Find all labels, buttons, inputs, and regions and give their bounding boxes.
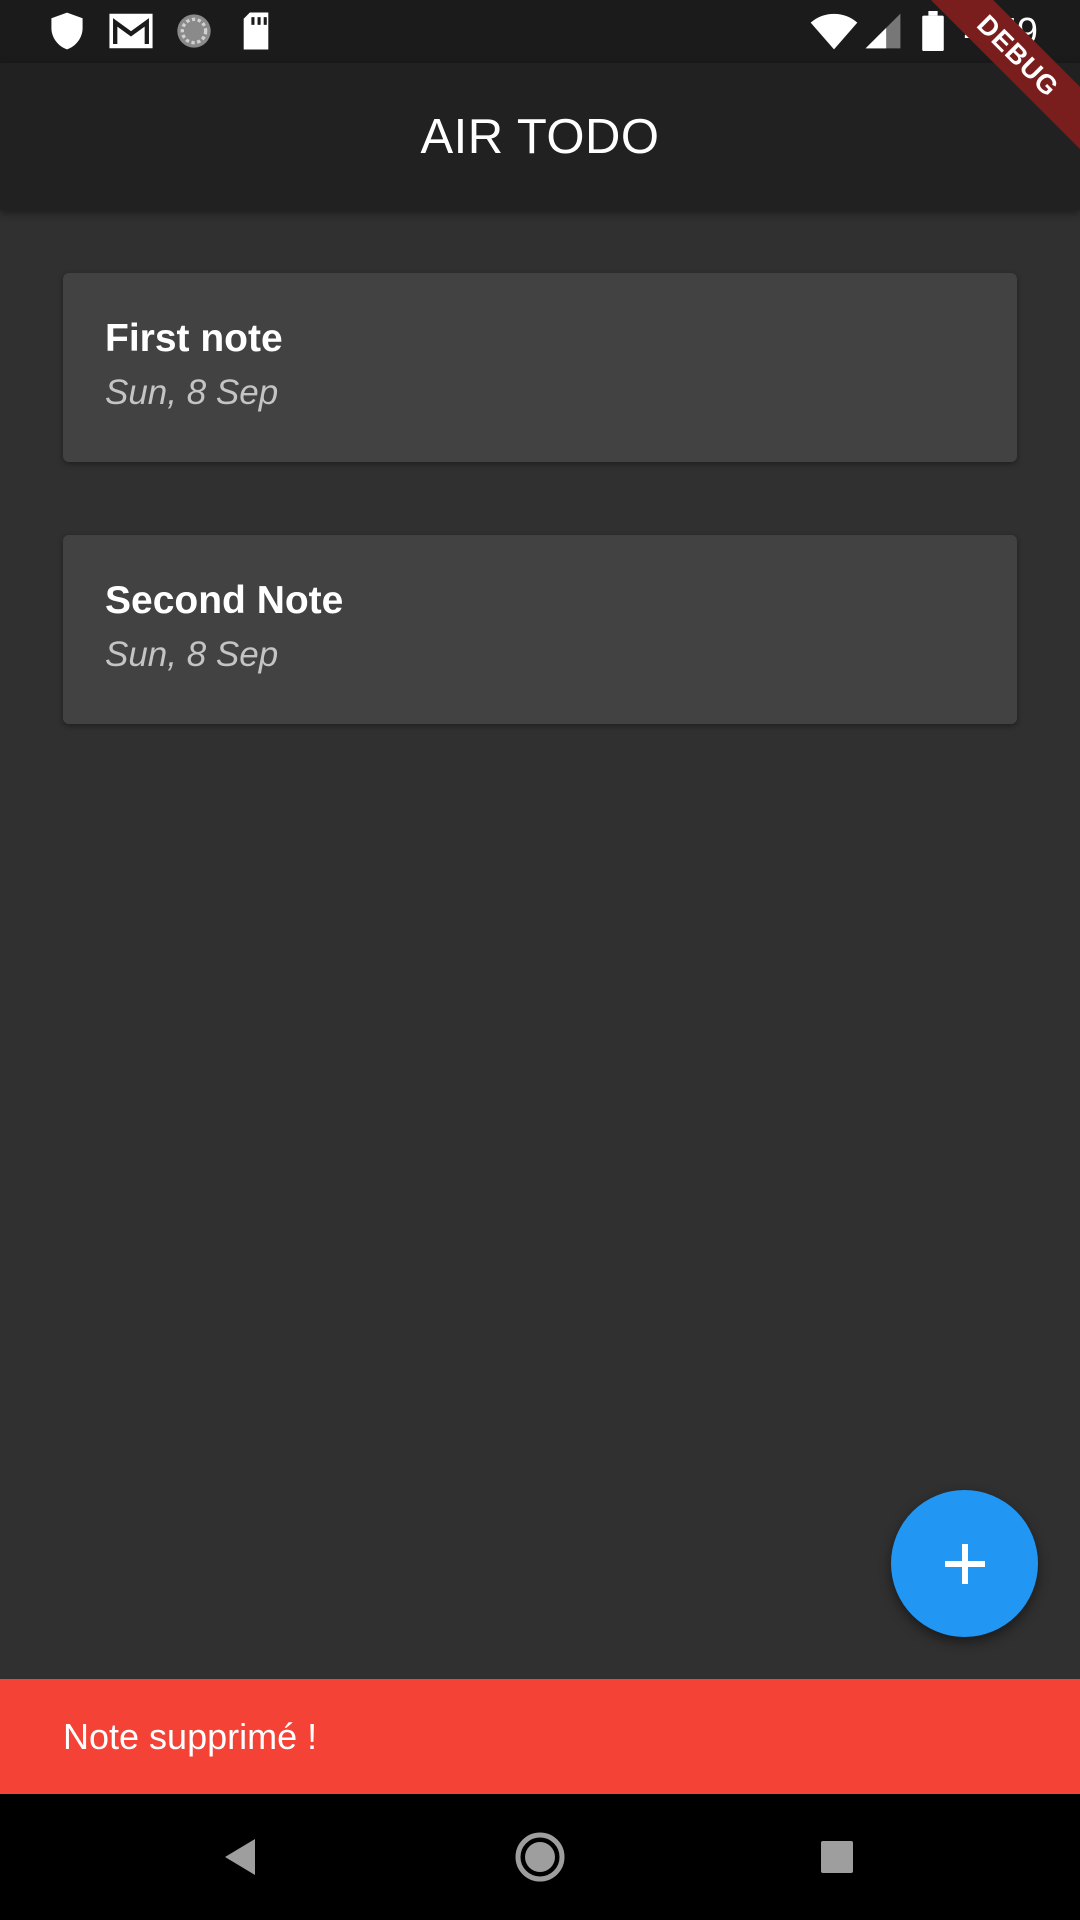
note-date: Sun, 8 Sep bbox=[105, 635, 279, 674]
note-card[interactable]: Second Note Sun, 8 Sep bbox=[63, 535, 1017, 724]
status-time: 4:59 bbox=[964, 11, 1038, 53]
battery-icon bbox=[922, 11, 944, 51]
recents-icon[interactable] bbox=[805, 1825, 869, 1889]
status-bar: 4:59 bbox=[0, 0, 1080, 63]
snackbar: Note supprimé ! bbox=[0, 1679, 1080, 1794]
gmail-icon bbox=[109, 13, 153, 49]
add-note-button[interactable] bbox=[891, 1490, 1038, 1637]
wifi-icon bbox=[810, 13, 858, 50]
app-bar: AIR TODO bbox=[0, 63, 1080, 210]
sync-circle-icon bbox=[177, 14, 211, 48]
home-icon[interactable] bbox=[508, 1825, 572, 1889]
note-title: Second Note bbox=[105, 579, 344, 622]
snackbar-message: Note supprimé ! bbox=[63, 1715, 318, 1757]
note-date: Sun, 8 Sep bbox=[105, 373, 279, 412]
note-title: First note bbox=[105, 317, 283, 360]
sd-card-icon bbox=[243, 12, 269, 50]
shield-icon bbox=[51, 12, 83, 50]
plus-icon bbox=[944, 1543, 985, 1584]
navigation-bar bbox=[0, 1794, 1080, 1920]
screen: 4:59 DEBUG AIR TODO First note Sun, 8 Se… bbox=[0, 0, 1080, 1920]
signal-icon bbox=[865, 13, 901, 49]
note-card[interactable]: First note Sun, 8 Sep bbox=[63, 273, 1017, 462]
app-title: AIR TODO bbox=[420, 109, 660, 164]
back-icon[interactable] bbox=[209, 1825, 273, 1889]
